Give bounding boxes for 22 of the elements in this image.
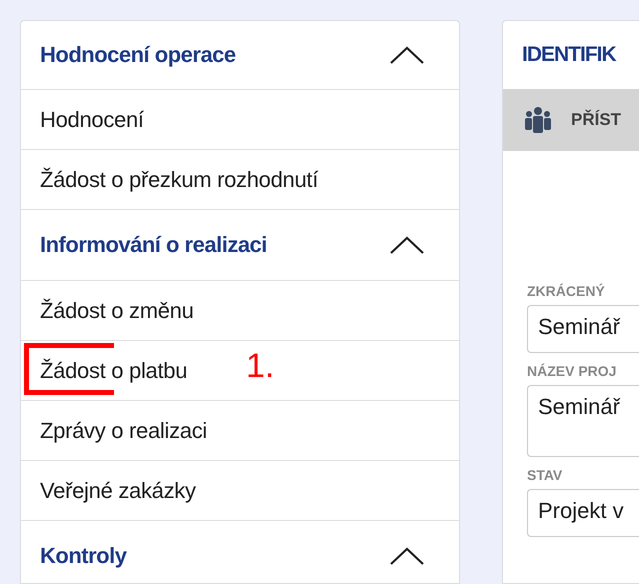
field-label: NÁZEV PROJ	[527, 363, 618, 379]
chevron-up-icon[interactable]	[389, 235, 425, 255]
menu-link[interactable]: Žádost o platbu	[40, 358, 188, 384]
menu-link[interactable]: Žádost o přezkum rozhodnutí	[40, 166, 318, 192]
text-field[interactable]: Projekt v	[527, 489, 639, 537]
section-heading[interactable]: Kontroly	[40, 543, 126, 569]
menu-link[interactable]: Zprávy o realizaci	[40, 418, 207, 444]
section-heading[interactable]: Informování o realizaci	[40, 232, 267, 258]
section-heading[interactable]: Hodnocení operace	[40, 42, 236, 68]
field-label: STAV	[527, 467, 564, 483]
menu-link[interactable]: Žádost o změnu	[40, 298, 194, 324]
menu-link[interactable]: Veřejné zakázky	[40, 478, 196, 504]
text-field[interactable]: Seminář	[527, 305, 639, 353]
step-number: 1.	[246, 347, 274, 386]
chevron-up-icon[interactable]	[389, 45, 425, 65]
text-field[interactable]: Seminář	[527, 385, 639, 457]
chevron-up-icon[interactable]	[389, 546, 425, 566]
menu-link[interactable]: Hodnocení	[40, 106, 144, 132]
people-icon	[523, 105, 553, 135]
field-label: ZKRÁCENÝ	[527, 283, 606, 299]
panel-title: IDENTIFIK	[522, 43, 616, 67]
tab-label[interactable]: PŘÍST	[571, 110, 622, 130]
